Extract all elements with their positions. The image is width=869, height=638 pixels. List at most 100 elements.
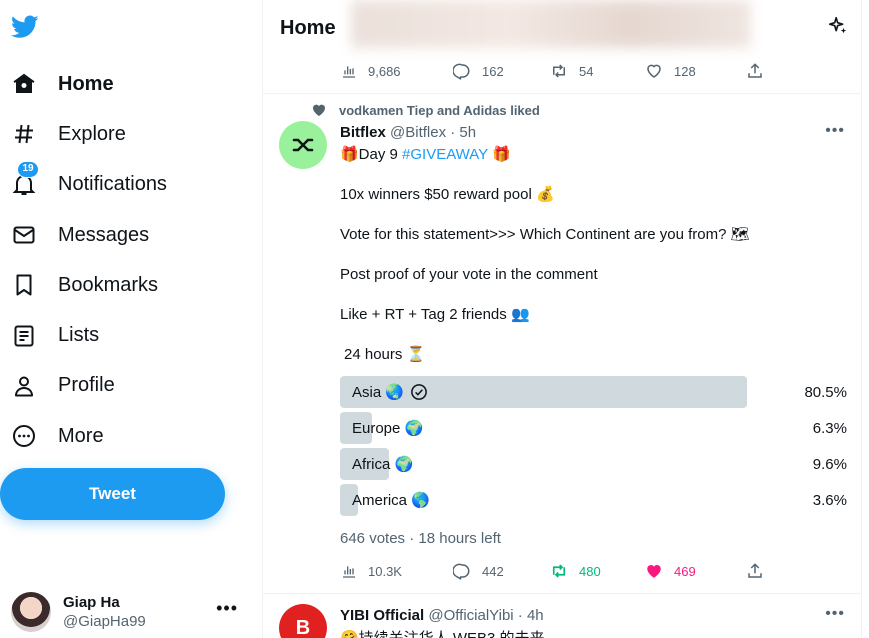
- share-button[interactable]: [746, 562, 775, 580]
- analytics-icon: [343, 66, 355, 78]
- poll-meta: 646 votes · 18 hours left: [340, 530, 501, 547]
- retweet-icon: [552, 564, 566, 578]
- prev-post-actions: 9,686 162 54 128: [341, 62, 775, 80]
- author-name[interactable]: YIBI Official: [340, 607, 424, 624]
- nav-item-profile[interactable]: Profile: [0, 361, 262, 411]
- share-icon: [748, 563, 762, 578]
- poll-option-percent: 80.5%: [804, 383, 847, 401]
- retweet-button[interactable]: 480: [550, 562, 645, 580]
- nav-label-home: Home: [58, 72, 114, 95]
- hashtag-icon: [11, 121, 37, 147]
- list-icon: [11, 323, 37, 349]
- poll-option-label: Europe 🌍: [352, 420, 424, 437]
- reply-button[interactable]: 162: [453, 62, 550, 80]
- home-icon: [11, 71, 37, 97]
- share-button[interactable]: [746, 62, 775, 80]
- views-count: 9,686: [368, 63, 401, 79]
- retweet-count: 480: [579, 563, 601, 579]
- reply-count: 162: [482, 63, 504, 79]
- sparkle-icon[interactable]: [827, 15, 849, 42]
- views-button[interactable]: 10.3K: [341, 563, 453, 579]
- like-button[interactable]: 469: [645, 562, 746, 580]
- post-text-line: Like + RT + Tag 2 friends 👥: [340, 306, 530, 323]
- author-handle[interactable]: @Bitflex: [390, 124, 446, 141]
- nav-label-profile: Profile: [58, 374, 115, 397]
- author-name[interactable]: Bitflex: [340, 124, 386, 141]
- post-text-line: 10x winners $50 reward pool 💰: [340, 186, 555, 203]
- bookmark-icon: [11, 272, 37, 298]
- social-context-text: vodkamen Tiep and Adidas liked: [339, 102, 540, 118]
- nav-item-explore[interactable]: Explore: [0, 109, 262, 159]
- retweet-count: 54: [579, 63, 594, 79]
- post-header: YIBI Official @OfficialYibi · 4h: [340, 607, 544, 624]
- timeline: Home 9,686 162 54 128 vodkamen Tiep and …: [262, 0, 862, 638]
- reply-icon: [453, 563, 470, 580]
- notifications-badge: 19: [17, 160, 39, 178]
- post-time[interactable]: · 5h: [450, 124, 476, 141]
- person-icon: [11, 373, 37, 399]
- more-dots-icon[interactable]: •••: [216, 598, 238, 619]
- post-text-line: Post proof of your vote in the comment: [340, 266, 598, 283]
- nav-item-bookmarks[interactable]: Bookmarks: [0, 260, 262, 310]
- poll: Asia 🌏 80.5% Europe 🌍 6.3% Africa 🌍 9.6%…: [340, 376, 847, 520]
- nav-item-messages[interactable]: Messages: [0, 210, 262, 260]
- share-icon: [748, 63, 762, 78]
- yibi-logo-icon: B: [295, 616, 311, 638]
- poll-option-percent: 3.6%: [812, 491, 847, 509]
- nav-label-more: More: [58, 424, 104, 447]
- page-title: Home: [280, 17, 336, 39]
- avatar: [11, 592, 51, 632]
- retweet-button[interactable]: 54: [550, 62, 645, 80]
- nav-label-messages: Messages: [58, 223, 150, 246]
- account-switcher[interactable]: Giap Ha @GiapHa99 •••: [0, 586, 250, 638]
- post-time[interactable]: · 4h: [518, 607, 544, 624]
- heart-filled-icon: [647, 565, 661, 578]
- yibi-avatar[interactable]: B: [279, 604, 327, 638]
- post-text-line: 🤗持续关注华人 WEB3 的未来: [340, 627, 545, 638]
- views-button[interactable]: 9,686: [341, 63, 453, 79]
- like-count: 469: [674, 563, 696, 579]
- bitflex-logo-icon: [292, 138, 314, 152]
- twitter-logo-icon[interactable]: [0, 2, 50, 52]
- check-circle-icon: [411, 384, 427, 400]
- timeline-header: Home: [263, 0, 861, 56]
- divider: [263, 593, 861, 594]
- poll-option-label: Asia 🌏: [352, 384, 405, 401]
- tweet-button[interactable]: Tweet: [0, 468, 225, 520]
- nav-label-lists: Lists: [58, 324, 100, 347]
- post-text-line: 🎁Day 9 #GIVEAWAY 🎁: [340, 145, 511, 165]
- nav-item-lists[interactable]: Lists: [0, 310, 262, 360]
- post-text-part: 🎁: [487, 146, 511, 163]
- poll-option: Europe 🌍 6.3%: [340, 412, 847, 444]
- nav-label-explore: Explore: [58, 122, 126, 145]
- divider: [263, 93, 861, 94]
- reply-icon: [453, 63, 470, 80]
- poll-option: Africa 🌍 9.6%: [340, 448, 847, 480]
- account-name: Giap Ha: [63, 594, 120, 611]
- post-header: Bitflex @Bitflex · 5h: [340, 124, 476, 141]
- bitflex-avatar[interactable]: [279, 121, 327, 169]
- post-more-icon[interactable]: •••: [825, 122, 845, 140]
- hashtag-link[interactable]: #GIVEAWAY: [402, 146, 488, 163]
- author-handle[interactable]: @OfficialYibi: [428, 607, 513, 624]
- more-circle-icon: [11, 423, 37, 449]
- account-handle: @GiapHa99: [63, 613, 146, 630]
- nav-item-more[interactable]: More: [0, 411, 262, 461]
- views-count: 10.3K: [368, 563, 402, 579]
- social-context: vodkamen Tiep and Adidas liked: [311, 102, 540, 118]
- envelope-icon: [11, 222, 37, 248]
- nav-label-bookmarks: Bookmarks: [58, 273, 159, 296]
- reply-count: 442: [482, 563, 504, 579]
- poll-option-percent: 9.6%: [812, 455, 847, 473]
- poll-option-label: America 🌎: [352, 492, 430, 509]
- nav-item-notifications[interactable]: 19 Notifications: [0, 160, 262, 210]
- bell-icon: 19: [11, 160, 39, 198]
- nav-item-home[interactable]: Home: [0, 59, 262, 109]
- like-button[interactable]: 128: [645, 62, 746, 80]
- reply-button[interactable]: 442: [453, 562, 550, 580]
- post-more-icon[interactable]: •••: [825, 605, 845, 623]
- post-actions: 10.3K 442 480 469: [341, 562, 775, 580]
- post-text-line: 24 hours ⏳: [344, 346, 426, 363]
- post-text-line: Vote for this statement>>> Which Contine…: [340, 226, 750, 243]
- poll-option: Asia 🌏 80.5%: [340, 376, 847, 408]
